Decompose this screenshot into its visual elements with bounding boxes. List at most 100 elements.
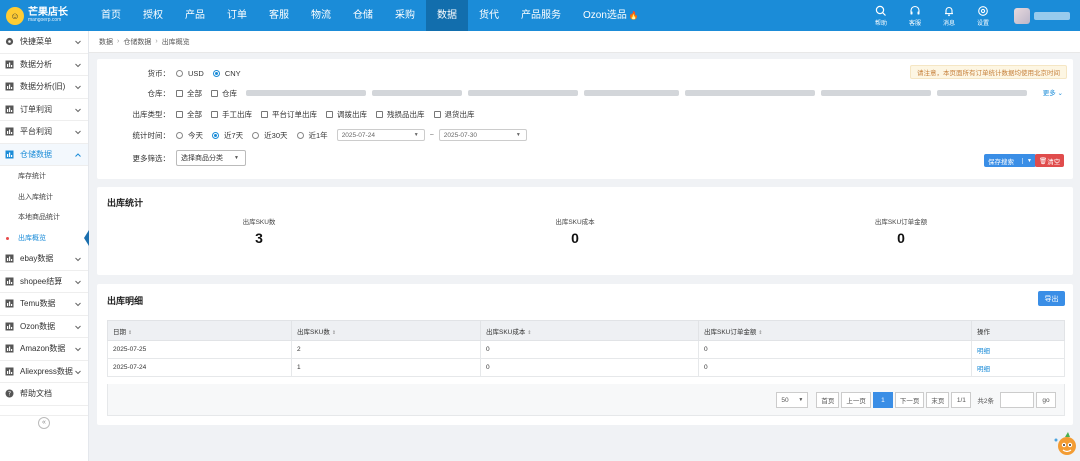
message-button[interactable]: 消息: [932, 5, 966, 27]
sort-icon: ⇕: [331, 329, 337, 336]
type-damaged-checkbox[interactable]: 残损品出库: [376, 109, 425, 120]
breadcrumb-item[interactable]: 仓储数据: [123, 37, 151, 47]
jump-page-input[interactable]: [1000, 392, 1034, 408]
chart-icon: [5, 105, 14, 114]
detail-link[interactable]: 明细: [977, 348, 990, 355]
warehouse-all-checkbox[interactable]: 全部: [176, 88, 202, 99]
currency-cny-radio[interactable]: CNY: [212, 69, 241, 78]
date-from-picker[interactable]: 2025-07-24: [336, 129, 425, 141]
nav-product-service[interactable]: 产品服务: [510, 0, 572, 31]
stat-label: 出库SKU订单金额: [874, 219, 928, 226]
brand-logo[interactable]: ☺ 芒果店长 mangoerp.com: [0, 0, 90, 31]
service-button[interactable]: 客服: [898, 5, 932, 27]
sidebar-item-quick-menu[interactable]: 快捷菜单: [0, 31, 88, 54]
headset-icon: [910, 5, 920, 14]
sidebar-item-ebay-data[interactable]: ebay数据: [0, 248, 88, 271]
sidebar-item-platform-profit[interactable]: 平台利润: [0, 121, 88, 144]
redacted-warehouse: [246, 90, 366, 96]
column-label: 出库SKU成本: [486, 328, 526, 336]
nav-forwarder[interactable]: 货代: [468, 0, 510, 31]
nav-auth[interactable]: 授权: [132, 0, 174, 31]
more-filter-label: 更多筛选：: [132, 153, 171, 163]
sidebar-item-amazon-data[interactable]: Amazon数据: [0, 338, 88, 361]
export-button[interactable]: 导出: [1038, 291, 1065, 306]
nav-orders[interactable]: 订单: [216, 0, 258, 31]
redacted-warehouse: [584, 90, 679, 96]
sidebar-item-data-analysis[interactable]: 数据分析: [0, 54, 88, 76]
sidebar-item-help-docs[interactable]: ? 帮助文档: [0, 383, 88, 406]
type-return-checkbox[interactable]: 退货出库: [433, 109, 475, 120]
column-header-cost[interactable]: 出库SKU成本 ⇕: [480, 320, 699, 341]
save-search-label: 保存搜索: [988, 158, 1014, 166]
sidebar-collapse-button[interactable]: «: [0, 415, 88, 429]
type-transfer-checkbox[interactable]: 调拨出库: [326, 109, 367, 120]
nav-ozon-selection[interactable]: Ozon选品 🔥: [572, 0, 650, 31]
nav-warehouse[interactable]: 仓储: [342, 0, 384, 31]
column-label: 出库SKU订单金额: [704, 328, 757, 336]
breadcrumb-item[interactable]: 数据: [99, 37, 113, 47]
nav-customer-service[interactable]: 客服: [258, 0, 300, 31]
page-number-button[interactable]: 1: [872, 392, 893, 408]
sidebar-item-data-analysis-old[interactable]: 数据分析(旧): [0, 76, 88, 99]
nav-purchase[interactable]: 采购: [384, 0, 426, 31]
category-select[interactable]: 选择商品分类: [176, 150, 246, 166]
date-to-picker[interactable]: 2025-07-30: [438, 129, 527, 141]
go-button[interactable]: go: [1036, 392, 1056, 408]
cell-sku-count: 1: [291, 358, 481, 377]
more-warehouses-link[interactable]: 更多 ⌄: [1043, 87, 1063, 97]
sidebar-subitem-inventory-stats[interactable]: 库存统计: [0, 166, 88, 187]
currency-usd-radio[interactable]: USD: [176, 69, 204, 78]
stat-sku-count: 出库SKU数 3: [199, 216, 319, 246]
sidebar-item-aliexpress-data[interactable]: Aliexpress数据: [0, 361, 88, 383]
sidebar-subitem-inout-stats[interactable]: 出入库统计: [0, 187, 88, 208]
column-header-amount[interactable]: 出库SKU订单金额 ⇕: [698, 320, 972, 341]
type-manual-checkbox[interactable]: 手工出库: [211, 109, 252, 120]
sidebar-item-ozon-data[interactable]: Ozon数据: [0, 316, 88, 338]
type-all-checkbox[interactable]: 全部: [176, 109, 202, 120]
help-button[interactable]: 帮助: [864, 5, 898, 27]
column-header-date[interactable]: 日期 ⇕: [107, 320, 292, 341]
cell-cost: 0: [480, 358, 699, 377]
time-30days-radio[interactable]: 近30天: [252, 130, 288, 141]
nav-products[interactable]: 产品: [174, 0, 216, 31]
save-search-button[interactable]: 保存搜索 ▼: [984, 154, 1036, 167]
sidebar-item-shopee-settlement[interactable]: shopee结算: [0, 271, 88, 293]
clear-button[interactable]: 🗑 清空: [1035, 154, 1065, 167]
settings-button[interactable]: 设置: [966, 5, 1000, 27]
time-row: 统计时间： 今天 近7天 近30天 近1年 2025-07-24 ~ 2025-…: [97, 128, 527, 142]
sidebar-item-temu-data[interactable]: Temu数据: [0, 293, 88, 316]
cell-amount: 0: [698, 358, 972, 377]
prev-page-button[interactable]: 上一页: [841, 392, 871, 408]
page-size-select[interactable]: 50: [776, 392, 809, 408]
chevron-down-icon: [75, 347, 81, 352]
chart-icon: [5, 344, 14, 353]
time-1year-radio[interactable]: 近1年: [296, 130, 328, 141]
mascot-icon[interactable]: [1052, 429, 1078, 457]
nav-data[interactable]: 数据: [426, 0, 468, 31]
time-today-radio[interactable]: 今天: [176, 130, 203, 141]
last-page-button[interactable]: 末页: [926, 392, 950, 408]
column-header-sku-count[interactable]: 出库SKU数 ⇕: [291, 320, 481, 341]
sidebar-subitem-local-product-stats[interactable]: 本地商品统计: [0, 207, 88, 228]
sidebar-item-label: 订单利润: [20, 104, 52, 114]
help-label: 帮助: [874, 20, 887, 27]
user-menu[interactable]: [1000, 0, 1080, 31]
redacted-warehouse: [468, 90, 578, 96]
redacted-warehouse: [937, 90, 1027, 96]
sidebar-item-label: shopee结算: [20, 276, 63, 286]
chevron-down-icon: [75, 302, 81, 307]
sidebar-item-warehouse-data[interactable]: 仓储数据: [0, 143, 88, 166]
nav-home[interactable]: 首页: [90, 0, 132, 31]
warehouse-checkbox[interactable]: 仓库: [211, 88, 237, 99]
detail-link[interactable]: 明细: [977, 366, 990, 373]
stat-label: 出库SKU数: [242, 219, 276, 226]
settings-label: 设置: [976, 20, 989, 27]
time-7days-radio[interactable]: 近7天: [212, 130, 243, 141]
sidebar-item-order-profit[interactable]: 订单利润: [0, 99, 88, 121]
fire-icon: 🔥: [628, 11, 639, 20]
type-platform-order-checkbox[interactable]: 平台订单出库: [261, 109, 317, 120]
first-page-button[interactable]: 首页: [816, 392, 840, 408]
nav-logistics[interactable]: 物流: [300, 0, 342, 31]
sidebar-subitem-outbound-overview[interactable]: 出库概览: [0, 228, 89, 249]
next-page-button[interactable]: 下一页: [894, 392, 925, 408]
